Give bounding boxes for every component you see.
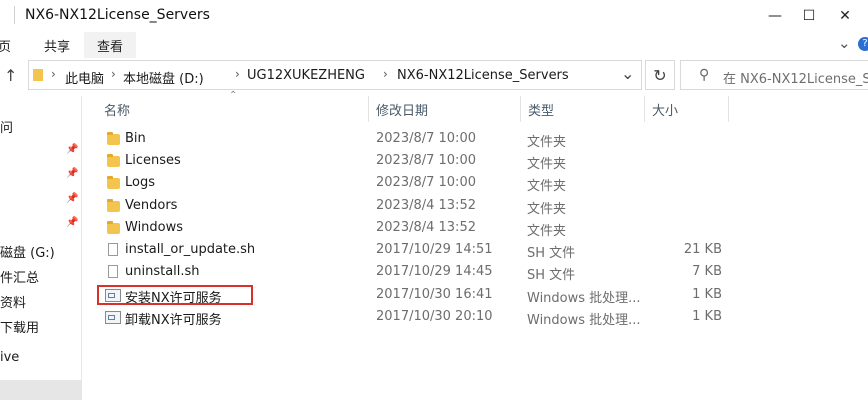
pin-icon: 📌 [66,168,79,179]
folder-icon [107,132,120,145]
file-type: 文件夹 [527,202,567,217]
file-type: Windows 批处理... [527,291,641,306]
chevron-right-icon[interactable]: › [51,67,56,81]
folder-icon [33,69,43,81]
column-header-date[interactable]: 修改日期 [376,100,428,119]
pin-icon: 📌 [66,217,79,228]
file-date: 2023/8/7 10:00 [376,131,476,146]
file-date: 2017/10/30 20:10 [376,309,493,324]
ribbon-expand-icon[interactable]: ⌄ [838,34,851,52]
table-row[interactable]: Bin 2023/8/7 10:00 文件夹 [96,128,868,150]
file-type: SH 文件 [527,246,576,261]
file-type: 文件夹 [527,224,567,239]
table-row[interactable]: 卸载NX许可服务 2017/10/30 20:10 Windows 批处理...… [96,306,868,328]
file-size: 1 KB [692,287,722,302]
refresh-button[interactable]: ↻ [645,60,675,90]
breadcrumb-ug12[interactable]: UG12XUKEZHENG [247,68,365,83]
tab-share[interactable]: 共享 [44,36,70,55]
pin-icon: 📌 [66,193,79,204]
file-date: 2017/10/30 16:41 [376,287,493,302]
file-name: Bin [125,131,146,146]
file-name: 卸载NX许可服务 [125,313,222,328]
file-date: 2023/8/4 13:52 [376,198,476,213]
sidebar-item-downloads[interactable]: 下载用 [0,317,39,336]
tab-file[interactable]: 页 [0,36,11,55]
folder-icon [107,199,120,212]
file-type: Windows 批处理... [527,313,641,328]
table-row[interactable]: install_or_update.sh 2017/10/29 14:51 SH… [96,239,868,261]
sidebar-item-materials[interactable]: 资料 [0,292,26,311]
column-divider[interactable] [644,96,645,122]
sidebar-selection[interactable] [0,380,81,400]
file-date: 2017/10/29 14:45 [376,264,493,279]
sidebar-item-drive-g[interactable]: 磁盘 (G:) [0,242,55,261]
table-row[interactable]: uninstall.sh 2017/10/29 14:45 SH 文件 7 KB [96,261,868,283]
file-type: 文件夹 [527,179,567,194]
file-date: 2023/8/7 10:00 [376,175,476,190]
table-row[interactable]: Licenses 2023/8/7 10:00 文件夹 [96,150,868,172]
file-size: 7 KB [692,264,722,279]
folder-icon [107,176,120,189]
batch-file-icon [105,311,121,324]
sidebar-item-drive[interactable]: ive [0,350,19,365]
tab-view[interactable]: 查看 [97,36,123,55]
table-row[interactable]: Windows 2023/8/4 13:52 文件夹 [96,217,868,239]
table-row[interactable]: Logs 2023/8/7 10:00 文件夹 [96,172,868,194]
sidebar-item-summary[interactable]: 件汇总 [0,267,39,286]
file-type: 文件夹 [527,157,567,172]
chevron-right-icon[interactable]: › [111,67,116,81]
column-divider[interactable] [728,96,729,122]
address-dropdown-icon[interactable]: ⌄ [621,64,634,83]
file-icon [108,243,118,256]
column-divider[interactable] [520,96,521,122]
file-date: 2017/10/29 14:51 [376,242,493,257]
close-button[interactable]: ✕ [822,0,868,32]
up-arrow-icon[interactable]: ↑ [4,66,17,85]
file-name: Logs [125,175,155,190]
chevron-right-icon[interactable]: › [383,67,388,81]
column-header-name[interactable]: 名称 [104,100,130,119]
ribbon-tabs: 页 共享 查看 ⌄ ? [0,32,868,58]
title-bar: NX6-NX12License_Servers — ☐ ✕ [0,0,868,32]
column-header-type[interactable]: 类型 [528,100,554,119]
file-size: 21 KB [683,242,722,257]
window-title: NX6-NX12License_Servers [25,7,210,23]
search-placeholder: 在 NX6-NX12License_Se [723,72,868,87]
breadcrumb-local-disk[interactable]: 本地磁盘 (D:) [123,68,204,87]
file-icon [108,265,118,278]
file-name: Windows [125,220,184,235]
chevron-right-icon[interactable]: › [235,67,240,81]
folder-icon [107,221,120,234]
file-name: install_or_update.sh [125,242,256,257]
title-separator [14,6,15,24]
highlight-annotation [97,285,253,305]
file-name: uninstall.sh [125,264,200,279]
file-name: Vendors [125,198,178,213]
sidebar-item-quick[interactable]: 问 [0,117,13,136]
file-name: Licenses [125,153,181,168]
breadcrumb-current[interactable]: NX6-NX12License_Servers [397,68,569,83]
column-divider[interactable] [368,96,369,122]
breadcrumb-this-pc[interactable]: 此电脑 [65,68,104,87]
refresh-icon: ↻ [653,65,667,85]
search-input[interactable]: ⚲ 在 NX6-NX12License_Se [680,60,868,90]
file-date: 2023/8/7 10:00 [376,153,476,168]
folder-icon [107,154,120,167]
file-type: SH 文件 [527,268,576,283]
sort-ascending-icon: ⌃ [229,90,238,101]
column-header-size[interactable]: 大小 [652,100,678,119]
file-type: 文件夹 [527,135,567,150]
file-size: 1 KB [692,309,722,324]
help-icon[interactable]: ? [858,37,868,51]
table-row[interactable]: Vendors 2023/8/4 13:52 文件夹 [96,195,868,217]
address-bar[interactable]: › 此电脑 › 本地磁盘 (D:) › UG12XUKEZHENG › NX6-… [28,60,642,90]
pin-icon: 📌 [66,144,79,155]
file-date: 2023/8/4 13:52 [376,220,476,235]
search-icon: ⚲ [699,67,710,83]
